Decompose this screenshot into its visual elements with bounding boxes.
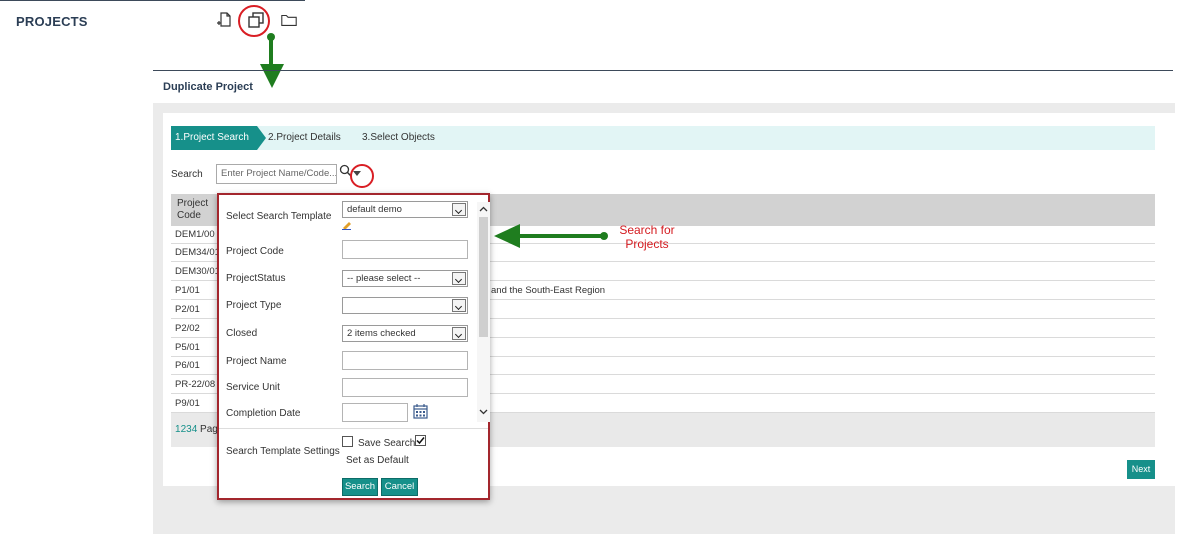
annotation-circle-duplicate [238, 5, 270, 37]
next-button[interactable]: Next [1127, 460, 1155, 479]
column-header-line-2: Code [177, 210, 201, 221]
row-code: DEM1/00 [175, 229, 215, 240]
row-code: DEM34/01 [175, 247, 220, 258]
closed-value: 2 items checked [347, 328, 416, 339]
search-input[interactable]: Enter Project Name/Code... [216, 164, 337, 184]
template-select-value: default demo [347, 204, 402, 215]
folder-icon[interactable] [280, 11, 298, 29]
project-type-select[interactable] [342, 297, 468, 314]
project-status-select[interactable]: -- please select -- [342, 270, 468, 287]
pager-text: Pag [197, 424, 218, 435]
wizard-steps: 1.Project Search 2.Project Details 3.Sel… [171, 126, 1155, 150]
annotation-arrow-down-icon [260, 64, 284, 88]
top-rule [0, 0, 305, 1]
set-default-checkbox[interactable] [415, 435, 426, 446]
project-status-value: -- please select -- [347, 273, 421, 284]
cancel-button[interactable]: Cancel [381, 478, 418, 496]
chevron-down-icon [452, 272, 466, 285]
scroll-up-icon[interactable] [479, 205, 488, 214]
project-type-label: Project Type [226, 300, 282, 311]
checkmark-icon [416, 437, 425, 445]
row-code: P6/01 [175, 360, 200, 371]
row-code: P9/01 [175, 398, 200, 409]
search-popup: Select Search Template default demo Proj… [217, 193, 490, 500]
template-select[interactable]: default demo [342, 201, 468, 218]
service-unit-label: Service Unit [226, 382, 280, 393]
annotation-note: Search for Projects [619, 223, 675, 251]
row-code: DEM30/01 [175, 266, 220, 277]
scroll-down-icon[interactable] [479, 407, 488, 416]
set-default-label: Set as Default [346, 455, 409, 466]
annotation-circle-dropdown [350, 164, 374, 188]
chevron-down-icon [452, 327, 466, 340]
project-name-input[interactable] [342, 351, 468, 370]
project-status-label: ProjectStatus [226, 273, 286, 284]
completion-date-input[interactable] [342, 403, 408, 422]
row-code: PR-22/08 [175, 379, 216, 390]
save-search-label: Save Search [358, 438, 416, 449]
section-title: Duplicate Project [163, 81, 253, 93]
completion-date-label: Completion Date [226, 408, 301, 419]
wizard-step-3[interactable]: 3.Select Objects [362, 126, 435, 150]
search-label: Search [171, 169, 203, 180]
select-template-label: Select Search Template [226, 211, 332, 222]
wizard-step-1-arrow [257, 126, 266, 150]
template-settings-label: Search Template Settings [226, 446, 340, 457]
search-button[interactable]: Search [342, 478, 378, 496]
chevron-down-icon [452, 299, 466, 312]
row-desc: and the South-East Region [491, 285, 606, 296]
new-project-icon[interactable] [216, 11, 234, 29]
edit-pencil-icon[interactable] [342, 220, 352, 230]
row-code: P2/01 [175, 304, 200, 315]
app-title: PROJECTS [16, 14, 88, 29]
popup-divider [219, 428, 488, 429]
project-name-label: Project Name [226, 356, 287, 367]
annotation-arrow-left-icon [494, 224, 608, 248]
section-rule [153, 70, 1173, 71]
row-code: P1/01 [175, 285, 200, 296]
chevron-down-icon [452, 203, 466, 216]
popup-scrollbar-thumb[interactable] [479, 217, 488, 337]
column-header-line-1: Project [177, 198, 209, 209]
closed-label: Closed [226, 328, 258, 339]
calendar-icon[interactable] [413, 404, 428, 419]
wizard-step-1[interactable]: 1.Project Search [171, 126, 257, 150]
row-code: P2/02 [175, 323, 200, 334]
row-code: P5/01 [175, 342, 200, 353]
closed-select[interactable]: 2 items checked [342, 325, 468, 342]
project-code-label: Project Code [226, 246, 284, 257]
project-code-input[interactable] [342, 240, 468, 259]
column-header-project-code[interactable]: Project Code [177, 198, 208, 222]
save-search-checkbox[interactable] [342, 436, 353, 447]
pager: 1234 Pag [175, 424, 218, 435]
service-unit-input[interactable] [342, 378, 468, 397]
wizard-step-2[interactable]: 2.Project Details [268, 126, 341, 150]
